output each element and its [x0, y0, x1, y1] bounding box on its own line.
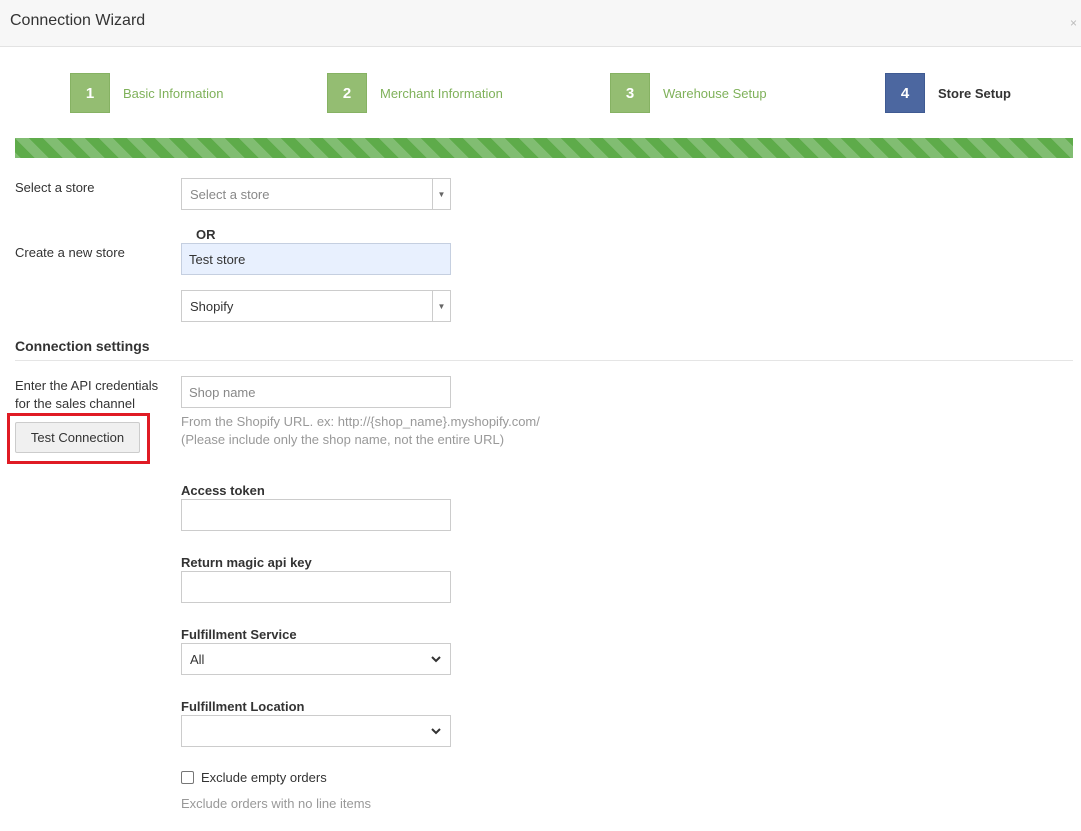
fulfillment-location-select[interactable]	[181, 715, 451, 747]
modal-header: Connection Wizard ×	[0, 0, 1081, 47]
close-icon[interactable]: ×	[1070, 16, 1077, 30]
shop-name-input[interactable]	[181, 376, 451, 408]
store-select[interactable]: Select a store ▼	[181, 178, 451, 210]
dropdown-arrow-icon: ▼	[432, 179, 450, 209]
fulfillment-service-value: All	[190, 651, 205, 667]
step-label: Store Setup	[938, 85, 1011, 101]
access-token-label: Access token	[181, 483, 265, 498]
fulfillment-service-select[interactable]: All	[181, 643, 451, 675]
step-number: 4	[885, 73, 925, 113]
step-warehouse-setup[interactable]: 3 Warehouse Setup	[610, 73, 767, 113]
chevron-down-icon	[431, 728, 441, 735]
access-token-input[interactable]	[181, 499, 451, 531]
create-store-label: Create a new store	[15, 245, 125, 260]
section-divider	[15, 360, 1073, 361]
wizard-progress-bar	[15, 138, 1073, 158]
connection-settings-title: Connection settings	[15, 338, 150, 354]
shop-name-help-line-1: From the Shopify URL. ex: http://{shop_n…	[181, 414, 540, 429]
step-number: 2	[327, 73, 367, 113]
new-store-input[interactable]	[181, 243, 451, 275]
fulfillment-service-label: Fulfillment Service	[181, 627, 297, 642]
test-connection-button[interactable]: Test Connection	[15, 422, 140, 453]
api-credentials-help: Enter the API credentials for the sales …	[15, 378, 159, 411]
shop-name-help-line-2: (Please include only the shop name, not …	[181, 432, 505, 447]
step-number: 3	[610, 73, 650, 113]
store-select-placeholder: Select a store	[190, 186, 270, 202]
step-number: 1	[70, 73, 110, 113]
channel-select[interactable]: Shopify ▼	[181, 290, 451, 322]
return-key-label: Return magic api key	[181, 555, 312, 570]
step-basic-information[interactable]: 1 Basic Information	[70, 73, 223, 113]
select-store-label: Select a store	[15, 180, 95, 195]
or-separator: OR	[196, 227, 216, 242]
step-label: Warehouse Setup	[663, 85, 767, 101]
chevron-down-icon	[431, 656, 441, 663]
exclude-empty-checkbox[interactable]	[181, 771, 194, 784]
modal-title: Connection Wizard	[10, 12, 146, 29]
step-store-setup[interactable]: 4 Store Setup	[885, 73, 1011, 113]
channel-select-value: Shopify	[190, 298, 234, 314]
step-merchant-information[interactable]: 2 Merchant Information	[327, 73, 503, 113]
exclude-empty-row[interactable]: Exclude empty orders	[181, 770, 327, 785]
exclude-empty-help: Exclude orders with no line items	[181, 796, 372, 811]
return-key-input[interactable]	[181, 571, 451, 603]
step-label: Merchant Information	[380, 85, 503, 101]
dropdown-arrow-icon: ▼	[432, 291, 450, 321]
exclude-empty-label[interactable]: Exclude empty orders	[201, 770, 327, 785]
step-label: Basic Information	[123, 85, 224, 101]
fulfillment-location-label: Fulfillment Location	[181, 699, 305, 714]
